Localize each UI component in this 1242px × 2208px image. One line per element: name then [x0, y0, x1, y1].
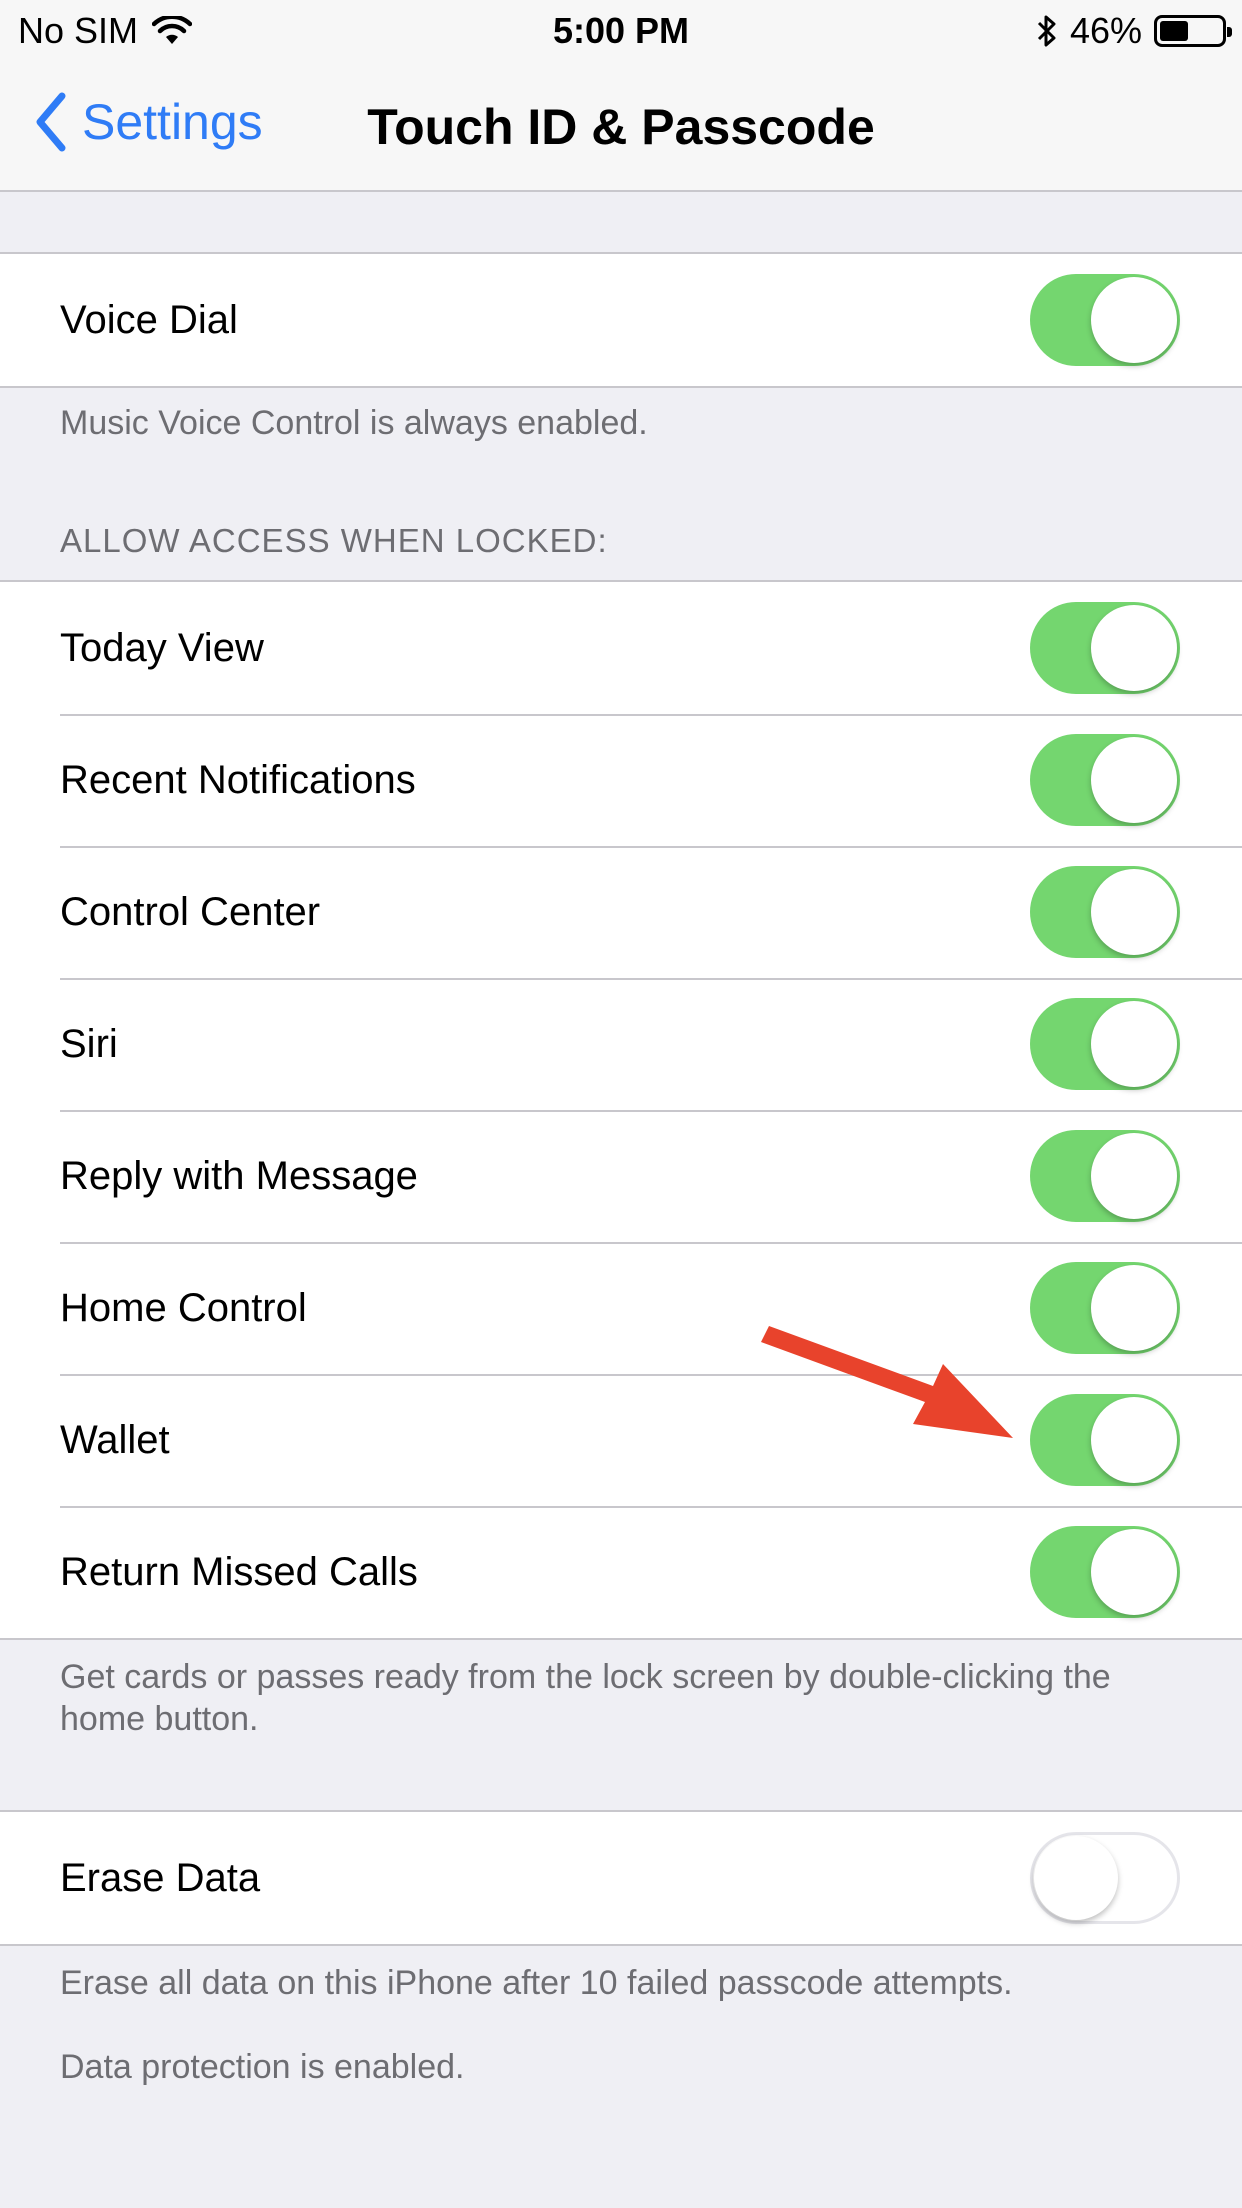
- data-protection-footer: Data protection is enabled.: [60, 2048, 465, 2086]
- return-missed-calls-row: Return Missed Calls: [0, 1506, 1242, 1638]
- wallet-toggle[interactable]: [1030, 1394, 1180, 1486]
- battery-percent: 46%: [1069, 10, 1142, 51]
- toggle-knob: [1091, 1397, 1177, 1483]
- erase-data-toggle[interactable]: [1030, 1832, 1180, 1924]
- toggle-knob: [1091, 605, 1177, 691]
- toggle-knob: [1091, 1265, 1177, 1351]
- red-arrow-icon: [761, 1326, 1013, 1438]
- wallet-label: Wallet: [60, 1417, 170, 1462]
- control-center-row: Control Center: [0, 846, 1242, 978]
- return-missed-calls-toggle[interactable]: [1030, 1526, 1180, 1618]
- toggle-knob: [1091, 277, 1177, 363]
- voice-dial-row: Voice Dial: [0, 254, 1242, 386]
- reply-with-message-label: Reply with Message: [60, 1153, 418, 1198]
- recent-notifications-label: Recent Notifications: [60, 757, 416, 802]
- voice-dial-toggle[interactable]: [1030, 274, 1180, 366]
- reply-with-message-toggle[interactable]: [1030, 1130, 1180, 1222]
- voice-dial-label: Voice Dial: [60, 297, 238, 342]
- erase-data-group: Erase Data: [0, 1810, 1242, 1946]
- erase-data-footer: Erase all data on this iPhone after 10 f…: [60, 1964, 1013, 2002]
- status-bar: No SIM 5:00 PM 46%: [0, 0, 1242, 62]
- toggle-knob: [1091, 1133, 1177, 1219]
- today-view-row: Today View: [0, 582, 1242, 714]
- toggle-knob: [1091, 1529, 1177, 1615]
- page-title: Touch ID & Passcode: [367, 99, 875, 155]
- control-center-label: Control Center: [60, 889, 321, 934]
- toggle-knob: [1091, 869, 1177, 955]
- today-view-label: Today View: [60, 625, 264, 670]
- recent-notifications-row: Recent Notifications: [0, 714, 1242, 846]
- recent-notifications-toggle[interactable]: [1030, 734, 1180, 826]
- home-control-row: Home Control: [0, 1242, 1242, 1374]
- battery-icon: [1154, 15, 1232, 47]
- wallet-row: Wallet: [0, 1374, 1242, 1506]
- allow-access-footer: Get cards or passes ready from the lock …: [60, 1658, 1111, 1738]
- navigation-bar: Settings Touch ID & Passcode: [0, 62, 1242, 192]
- return-missed-calls-label: Return Missed Calls: [60, 1549, 418, 1594]
- voice-dial-group: Voice Dial: [0, 252, 1242, 388]
- allow-access-header: ALLOW ACCESS WHEN LOCKED:: [60, 522, 608, 559]
- home-control-toggle[interactable]: [1030, 1262, 1180, 1354]
- bluetooth-icon: [1037, 15, 1056, 47]
- battery-tip: [1227, 27, 1232, 37]
- siri-row: Siri: [0, 978, 1242, 1110]
- reply-with-message-row: Reply with Message: [0, 1110, 1242, 1242]
- home-control-label: Home Control: [60, 1285, 307, 1330]
- toggle-knob: [1091, 737, 1177, 823]
- siri-toggle[interactable]: [1030, 998, 1180, 1090]
- toggle-knob: [1091, 1001, 1177, 1087]
- siri-label: Siri: [60, 1021, 118, 1066]
- voice-dial-footer: Music Voice Control is always enabled.: [60, 404, 648, 442]
- allow-access-group: Today View Recent Notifications Control …: [0, 580, 1242, 1640]
- control-center-toggle[interactable]: [1030, 866, 1180, 958]
- erase-data-row: Erase Data: [0, 1812, 1242, 1944]
- toggle-knob: [1034, 1836, 1118, 1920]
- today-view-toggle[interactable]: [1030, 602, 1180, 694]
- battery-fill: [1160, 21, 1188, 41]
- status-right: 46%: [1036, 10, 1232, 52]
- erase-data-label: Erase Data: [60, 1855, 261, 1900]
